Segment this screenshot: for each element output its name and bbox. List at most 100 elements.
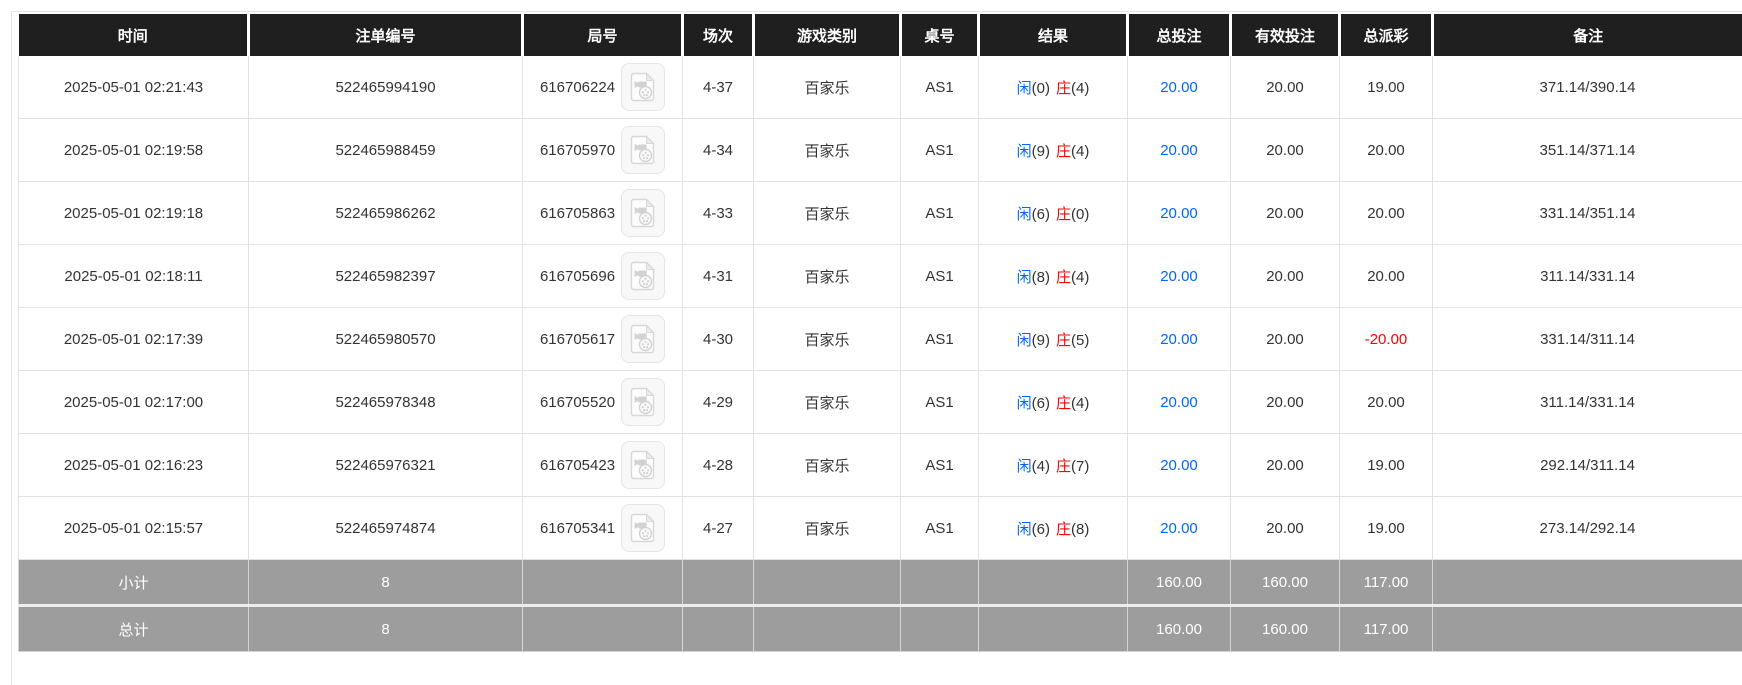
total-valid-bet: 160.00 xyxy=(1231,606,1340,652)
video-replay-button[interactable] xyxy=(621,378,665,426)
subtotal-total-bet: 160.00 xyxy=(1128,560,1231,606)
header-bet-id: 注单编号 xyxy=(249,14,523,56)
round-id-text: 616705863 xyxy=(540,205,615,222)
cell-valid-bet: 20.00 xyxy=(1231,119,1340,182)
cell-result: 闲(9)庄(4) xyxy=(979,119,1128,182)
cell-bet-id: 522465980570 xyxy=(249,308,523,371)
cell-valid-bet: 20.00 xyxy=(1231,56,1340,119)
cell-time: 2025-05-01 02:17:00 xyxy=(19,371,249,434)
cell-table-no: AS1 xyxy=(901,371,979,434)
cell-total-bet[interactable]: 20.00 xyxy=(1128,434,1231,497)
table-row: 2025-05-01 02:19:58 522465988459 6167059… xyxy=(19,119,1742,182)
cell-remark: 331.14/351.14 xyxy=(1433,182,1742,245)
cell-table-no: AS1 xyxy=(901,245,979,308)
cell-total-bet[interactable]: 20.00 xyxy=(1128,119,1231,182)
cell-valid-bet: 20.00 xyxy=(1231,434,1340,497)
video-replay-button[interactable] xyxy=(621,63,665,111)
video-replay-button[interactable] xyxy=(621,126,665,174)
table-row: 2025-05-01 02:17:00 522465978348 6167055… xyxy=(19,371,1742,434)
result-player-label: 闲 xyxy=(1017,395,1032,412)
result-banker-score: (8) xyxy=(1071,521,1089,538)
cell-remark: 273.14/292.14 xyxy=(1433,497,1742,560)
cell-result: 闲(6)庄(8) xyxy=(979,497,1128,560)
video-file-icon xyxy=(630,72,656,102)
result-banker-label: 庄 xyxy=(1056,332,1071,349)
cell-bet-id: 522465976321 xyxy=(249,434,523,497)
cell-table-no: AS1 xyxy=(901,308,979,371)
cell-round-id: 616705341 xyxy=(523,497,683,560)
result-player-label: 闲 xyxy=(1017,332,1032,349)
header-row: 时间 注单编号 局号 场次 游戏类别 桌号 结果 总投注 有效投注 总派彩 备注 xyxy=(19,14,1742,56)
cell-time: 2025-05-01 02:16:23 xyxy=(19,434,249,497)
cell-game-type: 百家乐 xyxy=(754,182,901,245)
cell-total-bet[interactable]: 20.00 xyxy=(1128,308,1231,371)
cell-table-no: AS1 xyxy=(901,182,979,245)
cell-round-id: 616705423 xyxy=(523,434,683,497)
result-player-score: (4) xyxy=(1032,458,1050,475)
result-banker-score: (4) xyxy=(1071,395,1089,412)
cell-remark: 311.14/331.14 xyxy=(1433,371,1742,434)
cell-bet-id: 522465978348 xyxy=(249,371,523,434)
cell-total-bet[interactable]: 20.00 xyxy=(1128,56,1231,119)
header-valid-bet: 有效投注 xyxy=(1231,14,1340,56)
video-replay-button[interactable] xyxy=(621,315,665,363)
header-time: 时间 xyxy=(19,14,249,56)
total-label: 总计 xyxy=(19,606,249,652)
cell-total-bet[interactable]: 20.00 xyxy=(1128,371,1231,434)
subtotal-count: 8 xyxy=(249,560,523,606)
result-banker-score: (4) xyxy=(1071,80,1089,97)
header-table-no: 桌号 xyxy=(901,14,979,56)
cell-game-type: 百家乐 xyxy=(754,434,901,497)
cell-bet-id: 522465974874 xyxy=(249,497,523,560)
cell-table-no: AS1 xyxy=(901,119,979,182)
header-round-id: 局号 xyxy=(523,14,683,56)
cell-remark: 292.14/311.14 xyxy=(1433,434,1742,497)
cell-bet-id: 522465982397 xyxy=(249,245,523,308)
video-replay-button[interactable] xyxy=(621,504,665,552)
video-replay-button[interactable] xyxy=(621,252,665,300)
cell-payout: -20.00 xyxy=(1340,308,1433,371)
table-header: 时间 注单编号 局号 场次 游戏类别 桌号 结果 总投注 有效投注 总派彩 备注 xyxy=(19,14,1742,56)
cell-valid-bet: 20.00 xyxy=(1231,371,1340,434)
cell-game-type: 百家乐 xyxy=(754,308,901,371)
video-replay-button[interactable] xyxy=(621,441,665,489)
table-row: 2025-05-01 02:21:43 522465994190 6167062… xyxy=(19,56,1742,119)
video-file-icon xyxy=(630,135,656,165)
cell-valid-bet: 20.00 xyxy=(1231,245,1340,308)
cell-valid-bet: 20.00 xyxy=(1231,182,1340,245)
result-player-score: (6) xyxy=(1032,395,1050,412)
cell-table-no: AS1 xyxy=(901,497,979,560)
video-file-icon xyxy=(630,387,656,417)
cell-result: 闲(6)庄(4) xyxy=(979,371,1128,434)
cell-time: 2025-05-01 02:15:57 xyxy=(19,497,249,560)
cell-payout: 20.00 xyxy=(1340,182,1433,245)
cell-session: 4-37 xyxy=(683,56,754,119)
round-id-text: 616705341 xyxy=(540,520,615,537)
result-banker-label: 庄 xyxy=(1056,458,1071,475)
cell-total-bet[interactable]: 20.00 xyxy=(1128,497,1231,560)
cell-round-id: 616705520 xyxy=(523,371,683,434)
table-row: 2025-05-01 02:15:57 522465974874 6167053… xyxy=(19,497,1742,560)
cell-payout: 19.00 xyxy=(1340,434,1433,497)
cell-time: 2025-05-01 02:17:39 xyxy=(19,308,249,371)
result-banker-score: (0) xyxy=(1071,206,1089,223)
subtotal-row: 小计 8 160.00 160.00 117.00 xyxy=(19,560,1742,606)
cell-total-bet[interactable]: 20.00 xyxy=(1128,182,1231,245)
cell-result: 闲(9)庄(5) xyxy=(979,308,1128,371)
cell-valid-bet: 20.00 xyxy=(1231,497,1340,560)
cell-game-type: 百家乐 xyxy=(754,119,901,182)
total-row: 总计 8 160.00 160.00 117.00 xyxy=(19,606,1742,652)
total-count: 8 xyxy=(249,606,523,652)
table-body: 2025-05-01 02:21:43 522465994190 6167062… xyxy=(19,56,1742,560)
cell-round-id: 616705863 xyxy=(523,182,683,245)
video-file-icon xyxy=(630,198,656,228)
cell-total-bet[interactable]: 20.00 xyxy=(1128,245,1231,308)
table-row: 2025-05-01 02:18:11 522465982397 6167056… xyxy=(19,245,1742,308)
result-banker-label: 庄 xyxy=(1056,521,1071,538)
cell-game-type: 百家乐 xyxy=(754,56,901,119)
result-player-score: (6) xyxy=(1032,206,1050,223)
result-banker-label: 庄 xyxy=(1056,80,1071,97)
video-replay-button[interactable] xyxy=(621,189,665,237)
subtotal-payout: 117.00 xyxy=(1340,560,1433,606)
round-id-text: 616705617 xyxy=(540,331,615,348)
